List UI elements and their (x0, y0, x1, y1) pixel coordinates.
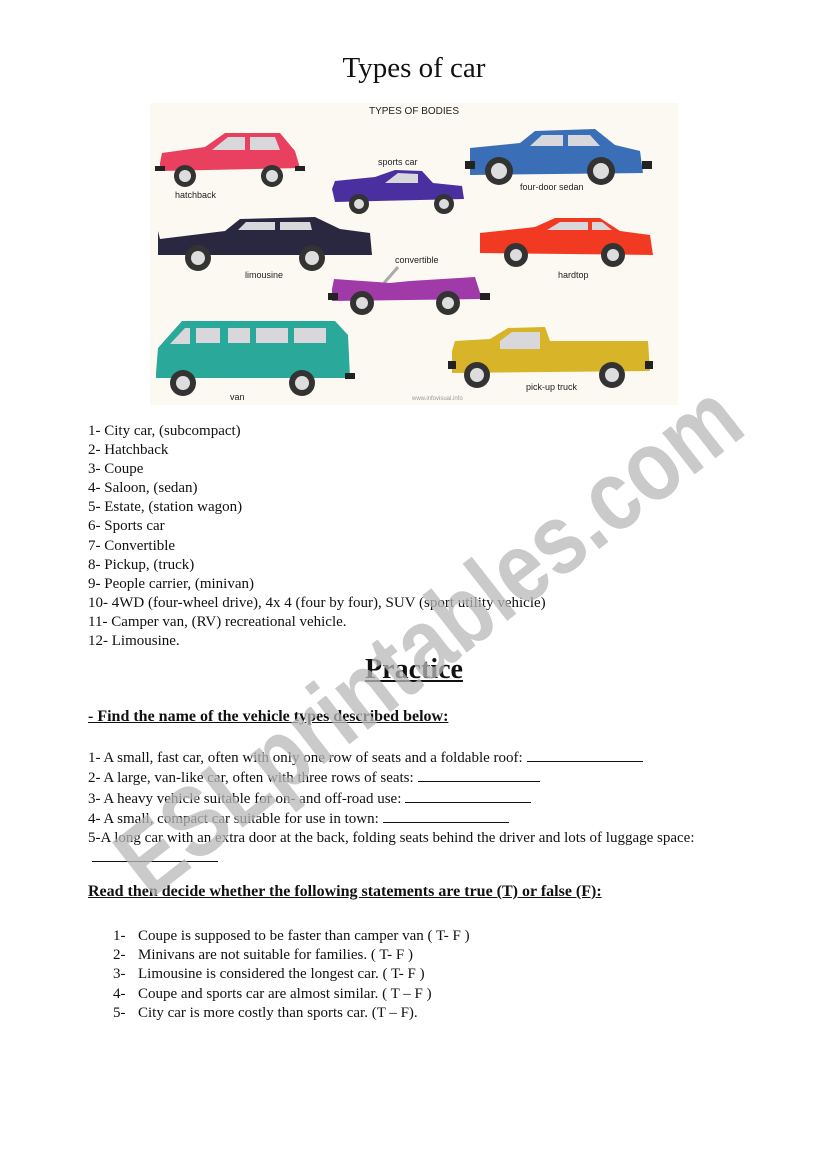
hardtop-car-icon (480, 218, 653, 267)
sports-car-icon (332, 170, 464, 214)
illustration-credit: www.infovisual.info (411, 396, 463, 402)
label-sports-car: sports car (378, 157, 418, 167)
list-item: 6- Sports car (88, 518, 165, 535)
find-exercise-list: 1- A small, fast car, often with only on… (88, 748, 728, 869)
answer-blank[interactable] (382, 809, 509, 823)
practice-heading: Practice (365, 654, 463, 685)
exercise-prompt: 4- A small, compact car suitable for use… (88, 810, 379, 827)
exercise-prompt: 1- A small, fast car, often with only on… (88, 750, 523, 766)
statement-item: 1- Coupe is supposed to be faster than ca… (113, 927, 470, 946)
list-item: 11- Camper van, (RV) recreational vehicl… (88, 613, 347, 630)
statement-item: 5- City car is more costly than sports ca… (113, 1004, 470, 1023)
label-hardtop: hardtop (558, 270, 589, 280)
statement-number: 4- (113, 985, 126, 1002)
list-item: 1- City car, (subcompact) (88, 423, 241, 439)
list-item: 3- Coupe (88, 461, 144, 478)
list-item: 2- Hatchback (88, 442, 169, 459)
statement-text: Minivans are not suitable for families. … (138, 947, 413, 964)
exercise-item: 5-A long car with an extra door at the b… (88, 829, 728, 869)
four-door-sedan-icon (465, 129, 652, 185)
statement-text: Coupe is supposed to be faster than camp… (138, 928, 470, 944)
exercise-item: 2- A large, van-like car, often with thr… (88, 768, 728, 788)
label-convertible: convertible (395, 255, 439, 265)
statement-item: 4- Coupe and sports car are almost simila… (113, 985, 470, 1004)
exercise-item: 3- A heavy vehicle suitable for on- and … (88, 789, 728, 809)
car-illustration-svg: TYPES OF BODIES hatchback sports car fou… (155, 106, 653, 402)
list-item: 4- Saloon, (sedan) (88, 480, 198, 497)
answer-blank[interactable] (526, 748, 643, 762)
list-item: 7- Convertible (88, 537, 176, 554)
exercise-prompt: 5-A long car with an extra door at the b… (88, 830, 695, 847)
exercise-item: 1- A small, fast car, often with only on… (88, 748, 728, 768)
label-four-door-sedan: four-door sedan (520, 182, 584, 192)
exercise-prompt: 3- A heavy vehicle suitable for on- and … (88, 790, 402, 807)
illustration-heading: TYPES OF BODIES (369, 106, 459, 117)
true-false-section-heading: Read then decide whether the following s… (88, 883, 602, 900)
statement-number: 2- (113, 947, 126, 964)
exercise-item: 4- A small, compact car suitable for use… (88, 809, 728, 829)
convertible-car-icon (328, 266, 490, 315)
list-item: 8- Pickup, (truck) (88, 556, 195, 573)
statement-item: 2- Minivans are not suitable for families… (113, 946, 470, 965)
label-van: van (230, 392, 245, 402)
statement-number: 5- (113, 1004, 126, 1021)
pick-up-truck-icon (448, 327, 653, 388)
hatchback-car-icon (155, 133, 305, 187)
answer-blank[interactable] (417, 768, 540, 783)
list-item: 12- Limousine. (88, 633, 180, 650)
car-types-list: 1- City car, (subcompact) 2- Hatchback 3… (88, 422, 546, 651)
list-item: 10- 4WD (four-wheel drive), 4x 4 (four b… (88, 594, 546, 611)
worksheet-title: Types of car (342, 52, 486, 84)
limousine-car-icon (158, 217, 372, 271)
list-item: 9- People carrier, (minivan) (88, 575, 254, 592)
statement-text: Coupe and sports car are almost similar.… (138, 985, 432, 1002)
van-icon (156, 321, 355, 396)
car-body-types-illustration: TYPES OF BODIES hatchback sports car fou… (150, 103, 678, 405)
statement-item: 3- Limousine is considered the longest ca… (113, 965, 470, 984)
statement-text: City car is more costly than sports car.… (138, 1004, 418, 1021)
label-hatchback: hatchback (175, 190, 217, 200)
list-item: 5- Estate, (station wagon) (88, 499, 243, 516)
label-limousine: limousine (245, 270, 283, 280)
statement-text: Limousine is considered the longest car.… (138, 966, 425, 983)
find-section-heading: - Find the name of the vehicle types des… (88, 708, 449, 725)
statement-number: 3- (113, 966, 126, 983)
exercise-prompt: 2- A large, van-like car, often with thr… (88, 770, 414, 787)
statement-number: 1- (113, 928, 126, 944)
label-pick-up-truck: pick-up truck (526, 382, 578, 392)
true-false-list: 1- Coupe is supposed to be faster than ca… (113, 927, 470, 1023)
answer-blank[interactable] (405, 789, 532, 803)
answer-blank[interactable] (92, 848, 218, 863)
